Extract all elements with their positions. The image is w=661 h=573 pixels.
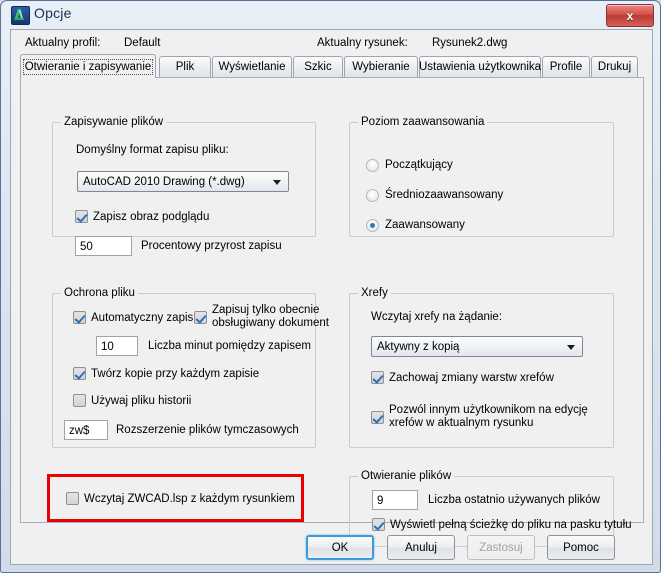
tab-label: Wybieranie xyxy=(352,61,410,73)
minutes-between-saves-label: Liczba minut pomiędzy zapisem xyxy=(148,340,311,352)
cancel-button[interactable]: Anuluj xyxy=(387,535,455,560)
tab-ustawienia-uzytkownika[interactable]: Ustawienia użytkownika xyxy=(419,56,541,77)
show-full-path-label: Wyświetl pełną ścieżkę do pliku na pasku… xyxy=(390,519,632,531)
tab-label: Ustawienia użytkownika xyxy=(418,61,542,73)
options-dialog-window: Opcje x Aktualny profil: Default Aktualn… xyxy=(0,0,661,573)
title-bar: Opcje x xyxy=(1,1,660,29)
show-full-path-checkbox[interactable] xyxy=(372,518,385,531)
help-button[interactable]: Pomoc xyxy=(547,535,615,560)
button-label: OK xyxy=(331,541,349,554)
load-zwcad-lsp-checkbox[interactable] xyxy=(66,492,79,505)
close-icon[interactable]: x xyxy=(606,4,654,27)
tab-wyswietlanie[interactable]: Wyświetlanie xyxy=(212,56,292,77)
recent-files-count-label: Liczba ostatnio używanych plików xyxy=(428,494,600,506)
use-log-file-checkbox[interactable] xyxy=(73,394,86,407)
current-profile-value: Default xyxy=(124,37,161,49)
save-preview-image-checkbox[interactable] xyxy=(75,210,88,223)
recent-files-count-input[interactable] xyxy=(372,490,418,510)
combo-value: AutoCAD 2010 Drawing (*.dwg) xyxy=(83,175,245,188)
save-preview-image-label: Zapisz obraz podglądu xyxy=(93,211,210,223)
minutes-between-saves-input[interactable] xyxy=(96,336,138,356)
save-current-document-only-label-line1: Zapisuj tylko obecnie xyxy=(212,304,320,316)
zwcad-app-icon xyxy=(11,6,30,25)
automatic-save-checkbox[interactable] xyxy=(73,311,86,324)
tab-page-otwieranie-i-zapisywanie: Zapisywanie plików Domyślny format zapis… xyxy=(20,77,644,547)
tab-profile[interactable]: Profile xyxy=(542,56,590,77)
group-title: Zapisywanie plików xyxy=(61,116,167,128)
chevron-down-icon xyxy=(273,180,281,185)
allow-others-edit-xrefs-checkbox[interactable] xyxy=(371,411,384,424)
temp-file-extension-label: Rozszerzenie plików tymczasowych xyxy=(116,424,299,436)
button-label: Zastosuj xyxy=(479,541,523,554)
current-profile-label: Aktualny profil: xyxy=(25,37,101,49)
group-title: Otwieranie plików xyxy=(358,470,455,482)
retain-xref-layer-changes-checkbox[interactable] xyxy=(371,371,384,384)
button-label: Anuluj xyxy=(405,541,437,554)
incremental-save-percent-input[interactable] xyxy=(75,236,132,256)
group-title: Xrefy xyxy=(358,287,391,299)
current-drawing-value: Rysunek2.dwg xyxy=(432,37,508,49)
user-level-radio-zaawansowany[interactable] xyxy=(366,219,379,232)
tab-label: Wyświetlanie xyxy=(218,61,286,73)
group-title: Poziom zaawansowania xyxy=(358,116,488,128)
user-level-radio-poczatkujacy[interactable] xyxy=(366,159,379,172)
ok-button[interactable]: OK xyxy=(306,535,374,560)
group-title: Ochrona pliku xyxy=(61,287,138,299)
automatic-save-label: Automatyczny zapis xyxy=(91,312,194,324)
tab-label: Profile xyxy=(549,61,583,73)
tab-drukuj[interactable]: Drukuj xyxy=(591,56,638,77)
demand-load-xrefs-combo[interactable]: Aktywny z kopią xyxy=(371,336,583,357)
create-backup-copy-checkbox[interactable] xyxy=(73,367,86,380)
tab-wybieranie[interactable]: Wybieranie xyxy=(344,56,418,77)
dialog-client-area: Aktualny profil: Default Aktualny rysune… xyxy=(10,29,653,565)
tab-plik[interactable]: Plik xyxy=(159,56,211,77)
load-zwcad-lsp-label: Wczytaj ZWCAD.lsp z każdym rysunkiem xyxy=(84,493,295,505)
incremental-save-percent-label: Procentowy przyrost zapisu xyxy=(141,240,282,252)
user-level-label-zaawansowany: Zaawansowany xyxy=(385,219,465,231)
use-log-file-label: Używaj pliku historii xyxy=(91,395,192,407)
user-level-label-poczatkujacy: Początkujący xyxy=(385,159,453,171)
retain-xref-layer-changes-label: Zachowaj zmiany warstw xrefów xyxy=(389,372,554,384)
window-title: Opcje xyxy=(34,5,72,21)
combo-value: Aktywny z kopią xyxy=(377,340,460,353)
tab-otwieranie-i-zapisywanie[interactable]: Otwieranie i zapisywanie xyxy=(20,54,156,78)
save-current-document-only-checkbox[interactable] xyxy=(194,311,207,324)
default-save-format-combo[interactable]: AutoCAD 2010 Drawing (*.dwg) xyxy=(77,171,289,192)
create-backup-copy-label: Twórz kopie przy każdym zapisie xyxy=(91,368,260,380)
apply-button: Zastosuj xyxy=(467,535,535,560)
user-level-label-sredniozaawansowany: Średniozaawansowany xyxy=(385,189,504,201)
allow-others-edit-xrefs-label-line2: xrefów w aktualnym rysunku xyxy=(389,417,534,429)
tab-label: Plik xyxy=(175,61,195,73)
demand-load-xrefs-label: Wczytaj xrefy na żądanie: xyxy=(371,311,503,323)
user-level-radio-sredniozaawansowany[interactable] xyxy=(366,189,379,202)
tab-label: Otwieranie i zapisywanie xyxy=(22,58,154,75)
temp-file-extension-input[interactable] xyxy=(64,420,108,440)
tab-label: Drukuj xyxy=(597,61,632,73)
chevron-down-icon xyxy=(567,345,575,350)
save-current-document-only-label-line2: obsługiwany dokument xyxy=(212,317,329,329)
button-label: Pomoc xyxy=(563,541,599,554)
allow-others-edit-xrefs-label-line1: Pozwól innym użytkownikom na edycję xyxy=(389,404,588,416)
current-drawing-label: Aktualny rysunek: xyxy=(317,37,408,49)
tab-label: Szkic xyxy=(304,61,332,73)
tab-szkic[interactable]: Szkic xyxy=(293,56,343,77)
default-save-format-label: Domyślny format zapisu pliku: xyxy=(76,144,229,156)
